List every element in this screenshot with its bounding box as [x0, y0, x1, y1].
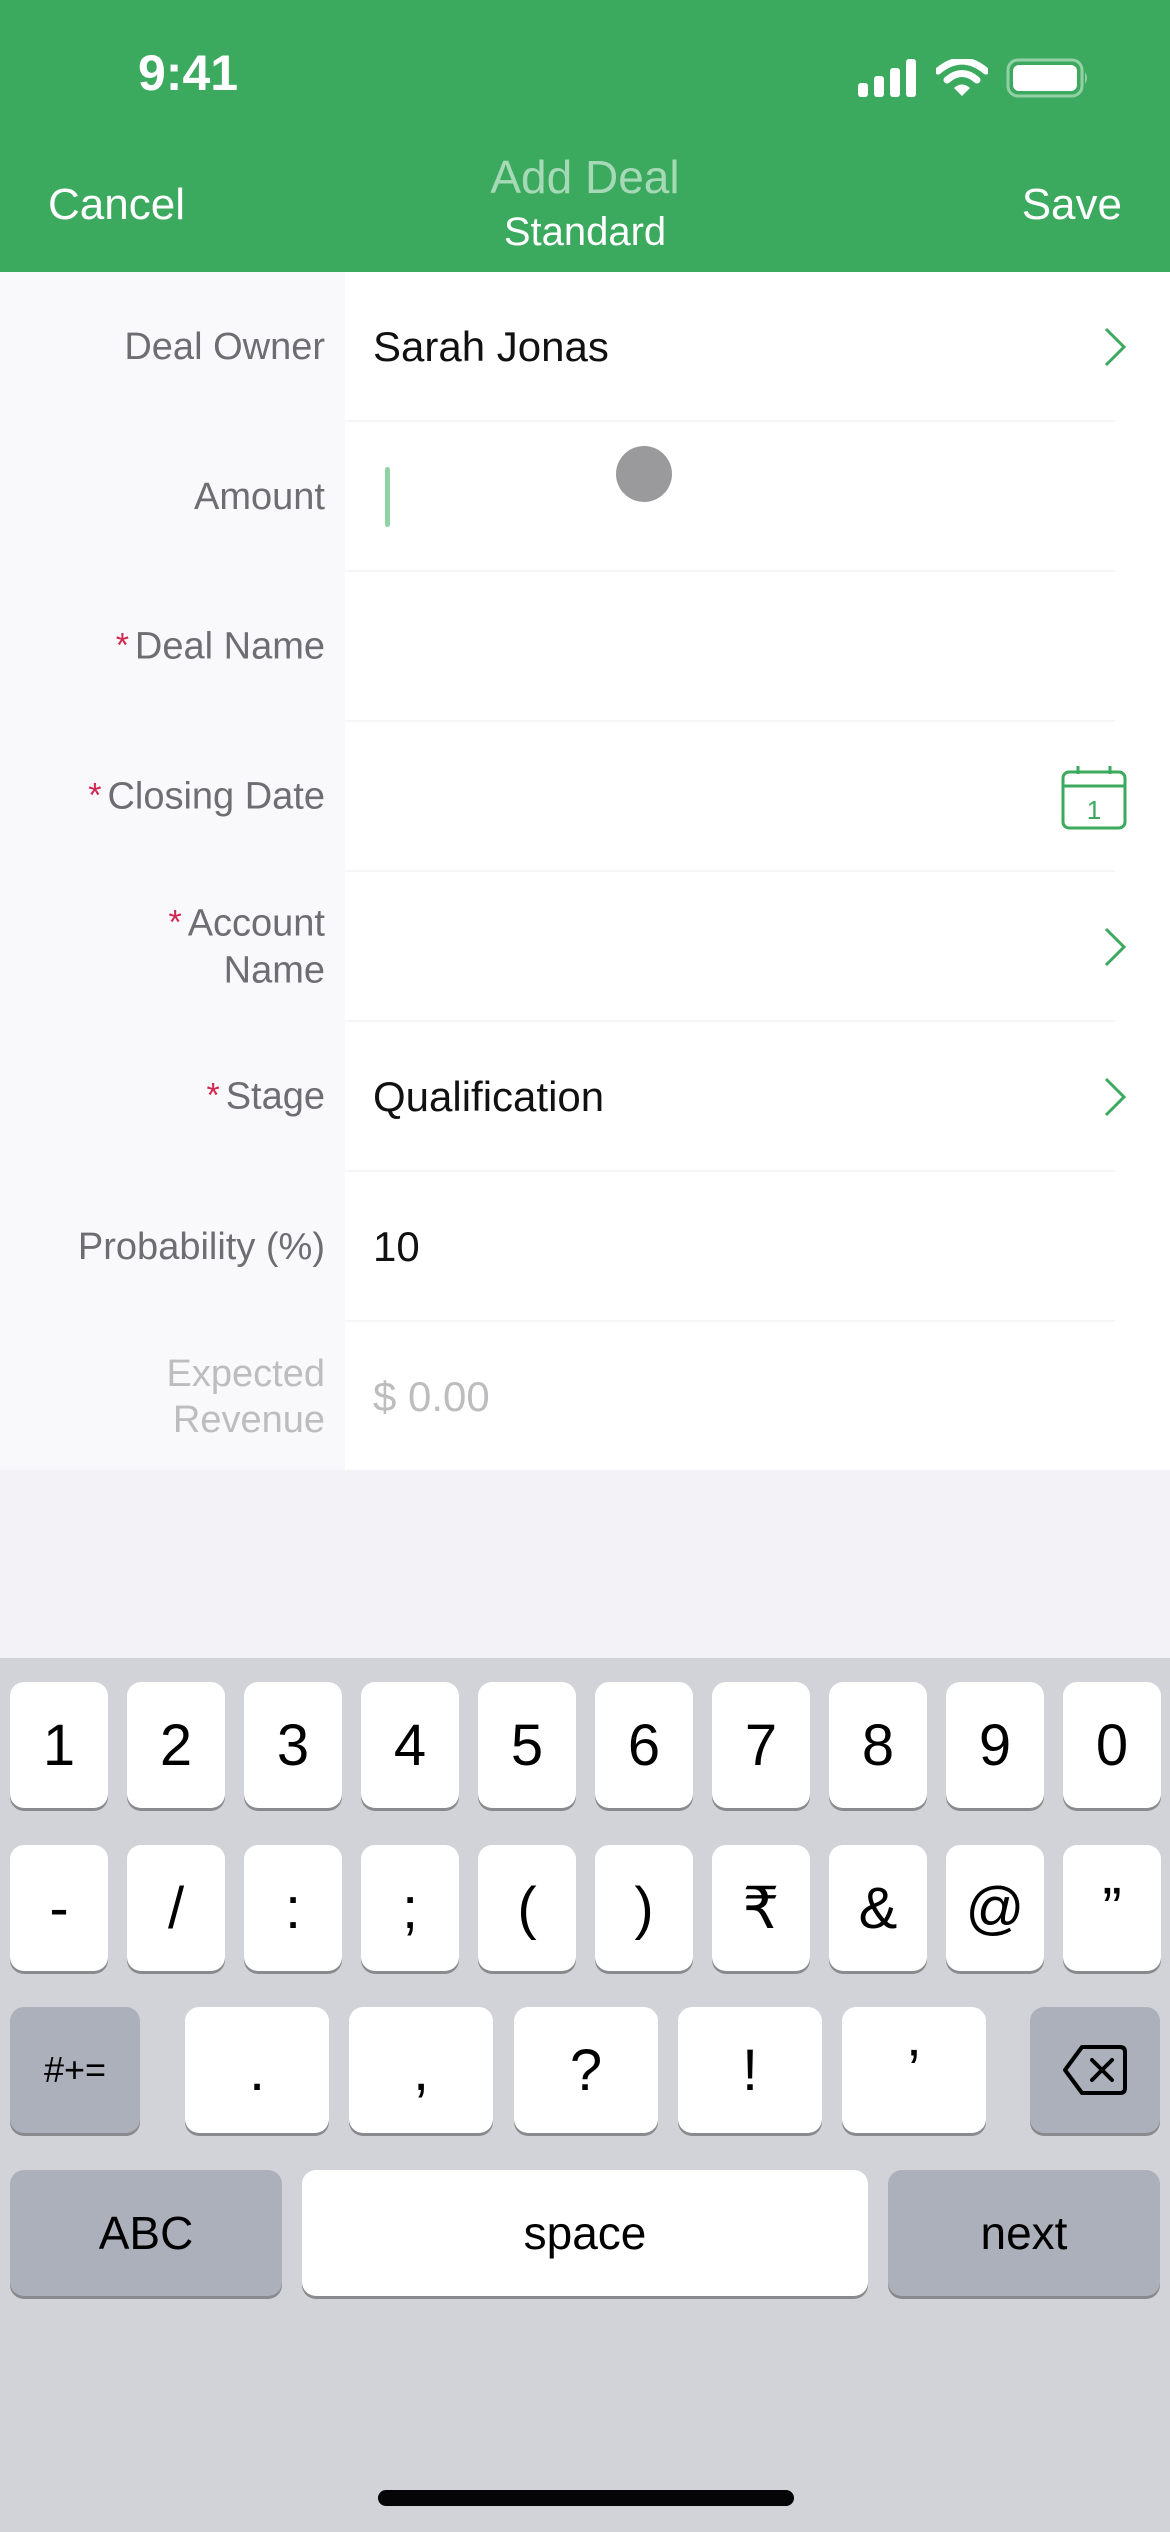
field-expected-revenue: Expected Revenue $ 0.00	[0, 1322, 1170, 1472]
key[interactable]: /	[127, 1845, 225, 1971]
field-probability[interactable]: Probability (%) 10	[0, 1172, 1170, 1322]
backspace-icon	[1063, 2045, 1127, 2095]
field-label: * Account Name	[168, 902, 325, 992]
next-key[interactable]: next	[888, 2170, 1160, 2296]
status-time: 9:41	[138, 45, 239, 101]
key[interactable]: 1	[10, 1682, 108, 1808]
stage-value: Qualification	[373, 1073, 605, 1120]
text-cursor	[385, 467, 390, 527]
probability-value: 10	[373, 1223, 420, 1270]
field-label: * Stage	[206, 1075, 325, 1118]
key[interactable]: ”	[1063, 1845, 1161, 1971]
status-icons	[858, 58, 1090, 98]
field-deal-name[interactable]: * Deal Name	[0, 572, 1170, 722]
space-key[interactable]: space	[302, 2170, 868, 2296]
home-indicator[interactable]	[378, 2490, 794, 2506]
field-label: Deal Owner	[124, 326, 325, 368]
key[interactable]: @	[946, 1845, 1044, 1971]
page-title: Add Deal	[490, 151, 680, 203]
field-label: Amount	[194, 476, 325, 518]
layout-subtitle: Standard	[503, 210, 667, 254]
required-marker: *	[168, 903, 182, 942]
key[interactable]: 6	[595, 1682, 693, 1808]
field-stage[interactable]: * Stage Qualification	[0, 1022, 1170, 1172]
save-button[interactable]: Save	[1022, 180, 1122, 230]
required-marker: *	[88, 776, 102, 815]
deal-owner-value: Sarah Jonas	[373, 323, 609, 370]
delete-key[interactable]	[1030, 2007, 1160, 2133]
key[interactable]: :	[244, 1845, 342, 1971]
key[interactable]: )	[595, 1845, 693, 1971]
symbols-toggle-key[interactable]: #+=	[10, 2007, 140, 2133]
touch-indicator	[616, 446, 672, 502]
chevron-right-icon[interactable]	[1100, 1075, 1130, 1119]
key[interactable]: (	[478, 1845, 576, 1971]
key[interactable]: .	[185, 2007, 329, 2133]
key[interactable]: &	[829, 1845, 927, 1971]
abc-key[interactable]: ABC	[10, 2170, 282, 2296]
field-account-name[interactable]: * Account Name	[0, 872, 1170, 1022]
key[interactable]: -	[10, 1845, 108, 1971]
key[interactable]: 2	[127, 1682, 225, 1808]
key[interactable]: !	[678, 2007, 822, 2133]
key[interactable]: 3	[244, 1682, 342, 1808]
field-label: * Closing Date	[88, 775, 325, 818]
key[interactable]: 0	[1063, 1682, 1161, 1808]
calendar-day: 1	[1087, 795, 1101, 825]
key[interactable]: 9	[946, 1682, 1044, 1808]
key[interactable]: 4	[361, 1682, 459, 1808]
deal-form: Deal Owner Sarah Jonas Amount * Deal Name…	[0, 272, 1170, 1470]
field-amount[interactable]: Amount	[0, 422, 1170, 572]
required-marker: *	[115, 626, 129, 665]
required-marker: *	[206, 1076, 220, 1115]
expected-revenue-value: $ 0.00	[373, 1373, 490, 1420]
field-closing-date[interactable]: * Closing Date 1	[0, 722, 1170, 872]
key[interactable]: 8	[829, 1682, 927, 1808]
key[interactable]: ’	[842, 2007, 986, 2133]
chevron-right-icon[interactable]	[1100, 325, 1130, 369]
key[interactable]: ?	[514, 2007, 658, 2133]
chevron-right-icon[interactable]	[1100, 925, 1130, 969]
key[interactable]: ₹	[712, 1845, 810, 1971]
key[interactable]: ;	[361, 1845, 459, 1971]
calendar-icon[interactable]: 1	[1060, 764, 1128, 830]
field-label: * Deal Name	[115, 625, 325, 668]
field-deal-owner[interactable]: Deal Owner Sarah Jonas	[0, 272, 1170, 422]
key[interactable]: ,	[349, 2007, 493, 2133]
nav-header: 9:41 Cancel Add Deal Standard Save	[0, 0, 1170, 272]
key[interactable]: 5	[478, 1682, 576, 1808]
key[interactable]: 7	[712, 1682, 810, 1808]
cellular-signal-icon	[858, 59, 916, 97]
battery-icon	[1006, 58, 1087, 98]
field-label: Probability (%)	[77, 1226, 325, 1268]
field-label: Expected Revenue	[166, 1353, 325, 1441]
wifi-icon	[936, 59, 988, 96]
